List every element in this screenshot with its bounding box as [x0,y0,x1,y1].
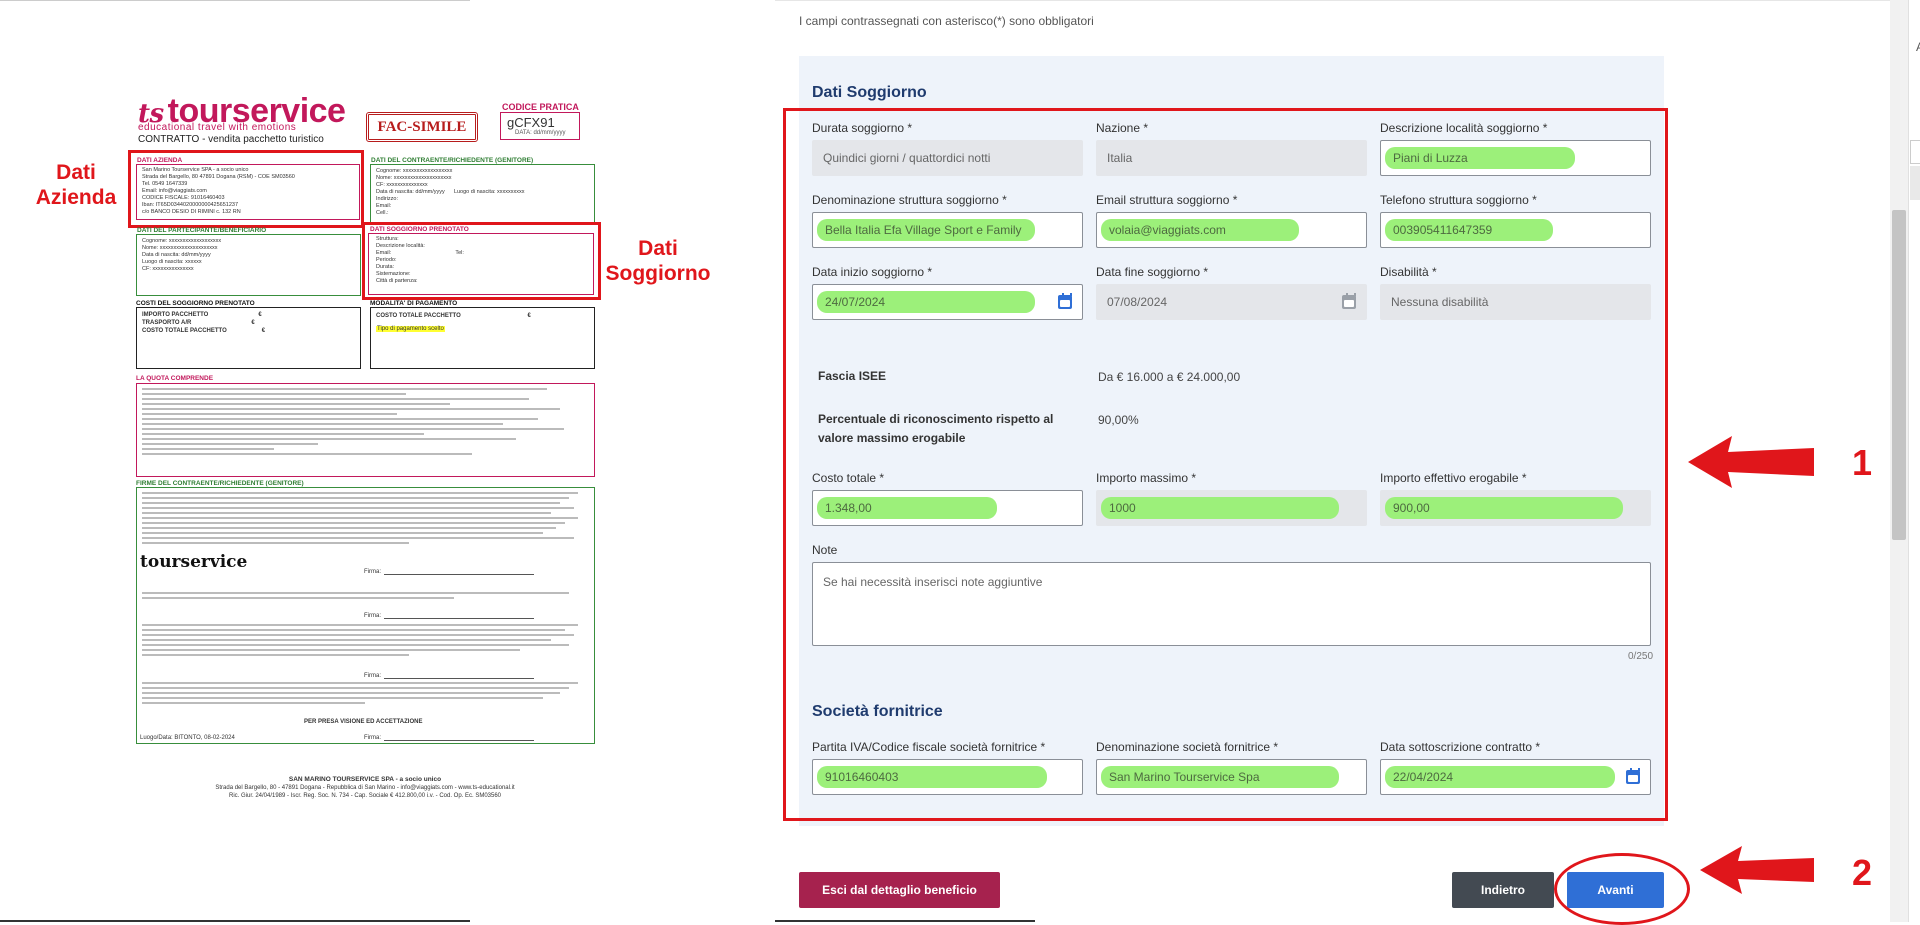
doc-subtitle: CONTRATTO - vendita pacchetto turistico [138,134,324,145]
side-panel-edge [1908,0,1920,922]
contraente-box-text: Cognome: xxxxxxxxxxxxxxxxxx Nome: xxxxxx… [376,168,525,216]
annotation-number-1: 1 [1852,442,1873,483]
contract-document-preview: ts tourservice educational travel with em… [0,0,720,922]
firma-label-3: Firma: [364,673,381,679]
side-panel-letter: A [1916,40,1920,54]
firme-box-text-d [142,682,587,707]
firme-box-title: FIRME DEL CONTRAENTE/RICHIEDENTE (Genito… [136,480,304,487]
fac-simile-stamp: FAC-SIMILE [366,112,478,142]
arrow-left-icon [1700,846,1814,894]
pratica-label: CODICE PRATICA [502,102,579,112]
firma-line-3 [384,678,534,679]
side-panel-box [1910,140,1920,164]
doc-footer-line-1: Strada del Bargello, 80 - 47891 Dogana -… [215,785,515,791]
per-presa-visione: PER PRESA VISIONE ED ACCETTAZIONE [304,719,423,725]
costi-box-text: IMPORTO PACCHETTO € TRASPORTO A/R € COST… [142,312,266,334]
azienda-annotation-frame [128,150,364,228]
firma-label-2: Firma: [364,613,381,619]
firme-box-text-b [142,592,587,602]
azienda-annotation-label: Dati Azienda [35,161,117,209]
section-title-soggiorno: Dati Soggiorno [812,84,927,101]
doc-footer-line-2: Ric. Giur. 24/04/1989 - Iscr. Reg. Soc. … [228,793,502,799]
pane-top-border [775,0,1890,1]
side-panel-box-shaded [1910,166,1920,200]
pratica-box: gCFX91 DATA: dd/mm/yyyy [500,112,580,140]
pratica-code: gCFX91 [507,115,555,130]
firma-label-4: Firma: [364,735,381,741]
pagamento-highlight: Tipo di pagamento scelto [376,326,445,332]
firme-place-date: Luogo/Data: BITONTO, 08-02-2024 [140,735,235,741]
pagamento-box-text: COSTO TOTALE PACCHETTO € [376,313,531,319]
logo-tagline: educational travel with emotions [138,122,297,133]
doc-top-border [0,0,470,1]
partecipante-box-title: DATI DEL PARTECIPANTE/BENEFICIARIO [137,227,267,234]
next-annotation-ellipse [1554,853,1690,925]
tourservice-stamp-logo: tourservice [140,552,248,572]
scrollbar-thumb[interactable] [1892,210,1906,540]
doc-footer: SAN MARINO TOURSERVICE SPA - a socio uni… [140,776,590,800]
firma-label-1: Firma: [364,569,381,575]
annotation-number-2: 2 [1852,852,1873,893]
required-fields-hint: I campi contrassegnati con asterisco(*) … [799,14,1094,28]
partecipante-box-text: Cognome: xxxxxxxxxxxxxxxxxxx Nome: xxxxx… [142,238,222,272]
contraente-box-title: DATI DEL CONTRAENTE/RICHIEDENTE (Genitor… [371,157,534,164]
pratica-date: DATA: dd/mm/yyyy [515,130,566,136]
soggiorno-annotation-label: Dati Soggiorno [605,237,711,285]
arrow-left-icon [1688,436,1814,488]
firma-line-4 [384,740,534,741]
pagamento-box-title: MODALITA' DI PAGAMENTO [370,300,458,307]
fields-annotation-frame [783,108,1668,821]
quota-box-text [142,388,582,458]
doc-footer-title: SAN MARINO TOURSERVICE SPA - a socio uni… [288,776,442,783]
soggiorno-annotation-frame [362,222,601,300]
back-button[interactable]: Indietro [1452,872,1554,908]
firme-box-text-a [142,492,587,547]
firme-box-text-c [142,624,587,659]
exit-detail-button[interactable]: Esci dal dettaglio beneficio [799,872,1000,908]
quota-box-title: LA QUOTA COMPRENDE [136,375,214,382]
firma-line-1 [384,574,534,575]
firma-line-2 [384,618,534,619]
costi-box-title: COSTI DEL SOGGIORNO PRENOTATO [136,300,255,307]
